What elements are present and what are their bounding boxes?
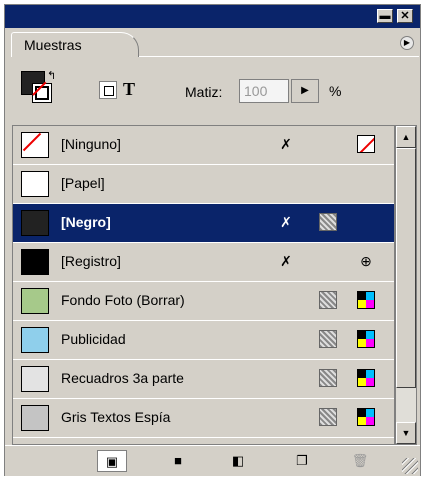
swatch-name: Gris Textos Espía	[61, 409, 171, 425]
swatch-name: [Papel]	[61, 175, 105, 191]
cmyk-icon	[357, 330, 375, 348]
swatch-row[interactable]: [Negro] ✗	[13, 204, 394, 243]
swatch-name: Recuadros 3a parte	[61, 370, 184, 386]
swatch-name: [Ninguno]	[61, 136, 121, 152]
swatch-color-chip	[21, 249, 49, 275]
swatch-color-chip	[21, 405, 49, 431]
swatch-name: [Negro]	[61, 214, 111, 230]
swatch-row[interactable]: Gris Textos Espía	[13, 399, 394, 438]
process-color-icon	[319, 291, 337, 309]
swatch-name: Fondo Foto (Borrar)	[61, 292, 185, 308]
matiz-slider-button[interactable]: ▶	[291, 79, 319, 103]
swatch-list: [Ninguno] ✗ [Papel] [Negro] ✗ [Registro] ✗ ⊕ Fon…	[12, 125, 395, 445]
show-color-swatches-icon[interactable]: ■	[163, 450, 193, 472]
swatch-color-chip	[21, 366, 49, 392]
swatch-row[interactable]: Fondo Foto (Borrar)	[13, 282, 394, 321]
panel-menu-arrow-icon[interactable]: ▶	[400, 36, 414, 50]
scrollbar[interactable]: ▲ ▼	[395, 125, 417, 445]
matiz-input[interactable]: 100	[239, 79, 289, 103]
close-button[interactable]: ✕	[397, 9, 413, 23]
resize-grip[interactable]	[402, 458, 418, 474]
swatch-row[interactable]: Recuadros 3a parte	[13, 360, 394, 399]
scroll-down-button[interactable]: ▼	[396, 422, 416, 444]
controls-row: ↰ T Matiz: 100 ▶ %	[5, 57, 420, 117]
tab-muestras[interactable]: Muestras	[11, 32, 139, 57]
tab-row: Muestras ▶	[5, 28, 420, 57]
formatting-text-icon[interactable]: T	[123, 79, 135, 100]
pencil-locked-icon: ✗	[280, 136, 292, 152]
cmyk-icon	[357, 291, 375, 309]
cmyk-icon	[357, 369, 375, 387]
minimize-button[interactable]: ▬	[377, 9, 393, 23]
process-color-icon	[319, 408, 337, 426]
pencil-locked-icon: ✗	[280, 253, 292, 269]
swatch-row[interactable]: [Ninguno] ✗	[13, 126, 394, 165]
pencil-locked-icon: ✗	[280, 214, 292, 230]
swatch-color-chip	[21, 210, 49, 236]
fill-stroke-selector[interactable]: ↰	[21, 69, 56, 103]
process-color-icon	[319, 330, 337, 348]
swatch-color-chip	[21, 327, 49, 353]
swatch-name: Publicidad	[61, 331, 126, 347]
registration-icon: ⊕	[360, 253, 372, 269]
bottom-toolbar: ▣ ■ ◧ ❐ 🗑	[5, 445, 420, 476]
swatch-color-chip	[21, 288, 49, 314]
process-color-icon	[319, 369, 337, 387]
swatch-row[interactable]: [Registro] ✗ ⊕	[13, 243, 394, 282]
swap-arrow-icon[interactable]: ↰	[47, 69, 56, 82]
matiz-unit: %	[329, 83, 342, 99]
swatch-color-chip	[21, 171, 49, 197]
none-swatch-icon	[357, 135, 375, 153]
show-all-swatches-icon[interactable]: ▣	[97, 450, 127, 472]
matiz-label: Matiz:	[185, 84, 223, 100]
cmyk-icon	[357, 408, 375, 426]
swatch-color-chip	[21, 132, 49, 158]
formatting-container-icon[interactable]	[99, 81, 117, 99]
panel-titlebar: ▬ ✕	[5, 5, 420, 28]
swatches-panel: ▬ ✕ Muestras ▶ ↰ T Matiz: 100 ▶ % [Ningu…	[4, 4, 421, 476]
show-gradient-swatches-icon[interactable]: ◧	[223, 450, 253, 472]
scroll-up-button[interactable]: ▲	[396, 126, 416, 148]
new-swatch-icon[interactable]: ❐	[287, 450, 317, 472]
swatch-row[interactable]: Publicidad	[13, 321, 394, 360]
swatch-name: [Registro]	[61, 253, 121, 269]
process-color-icon	[319, 213, 337, 231]
swatch-row[interactable]: [Papel]	[13, 165, 394, 204]
scroll-thumb[interactable]	[396, 148, 416, 388]
delete-swatch-icon[interactable]: 🗑	[345, 450, 375, 472]
